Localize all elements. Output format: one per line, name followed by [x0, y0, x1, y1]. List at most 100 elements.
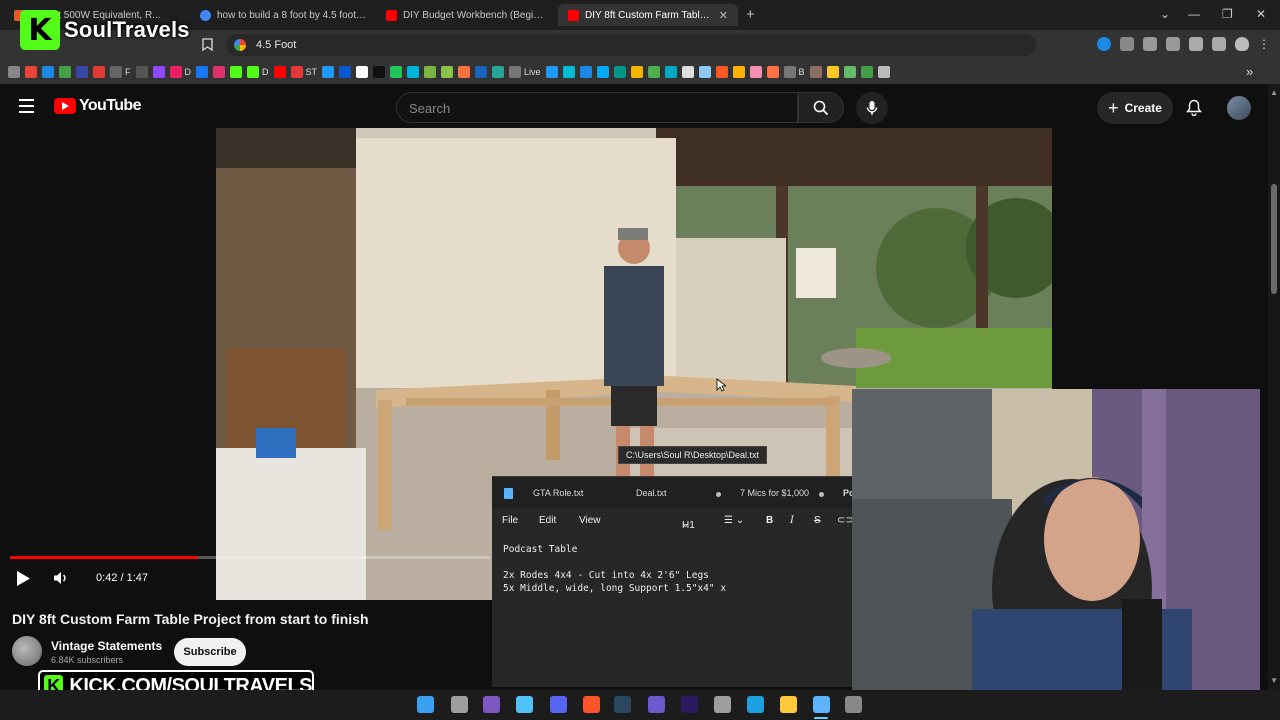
bookmark-item[interactable] [424, 66, 437, 78]
link-icon[interactable]: ⊂⊃ [837, 515, 852, 526]
edge-icon[interactable] [747, 696, 764, 713]
bookmark-item[interactable]: D [169, 66, 191, 78]
scroll-thumb[interactable] [1271, 184, 1277, 294]
shield-icon[interactable] [1235, 37, 1249, 51]
channel-name[interactable]: Vintage Statements [51, 639, 162, 653]
bookmark-item[interactable] [492, 66, 505, 78]
task-view-icon[interactable] [451, 696, 468, 713]
browser-tab-3[interactable]: DIY Budget Workbench (Beginner Bu... [376, 4, 556, 26]
bookmark-item[interactable] [596, 66, 609, 78]
notepad-icon[interactable] [813, 696, 830, 713]
bookmark-item[interactable] [93, 66, 105, 78]
bookmark-item[interactable] [441, 66, 454, 78]
bookmark-item[interactable] [42, 66, 54, 78]
notepad-tab-podcast[interactable]: Po [843, 488, 852, 498]
bookmark-item[interactable] [196, 66, 208, 78]
bookmark-item[interactable] [579, 66, 592, 78]
bookmark-item[interactable] [373, 66, 386, 78]
bookmark-item[interactable] [213, 66, 225, 78]
window-close-icon[interactable]: ✕ [1256, 7, 1266, 21]
snipping-tool-icon[interactable] [483, 696, 500, 713]
bookmark-item[interactable] [766, 66, 779, 78]
bookmark-item[interactable] [322, 66, 335, 78]
media-icon[interactable] [1166, 37, 1180, 51]
bookmark-item[interactable]: F [110, 66, 131, 78]
channel-avatar[interactable] [12, 636, 42, 666]
menu-icon[interactable] [19, 99, 34, 117]
bookmark-item[interactable] [664, 66, 677, 78]
extension-icon[interactable] [1097, 37, 1111, 51]
bookmark-item[interactable] [356, 66, 369, 78]
bookmark-star-icon[interactable] [202, 38, 213, 51]
brave-icon[interactable] [583, 696, 600, 713]
notepad-tab-deal[interactable]: Deal.txt [636, 488, 667, 498]
bookmark-item[interactable]: Live [509, 66, 541, 78]
strikethrough-icon[interactable]: S [814, 515, 821, 526]
bookmark-item[interactable] [826, 66, 839, 78]
bookmark-item[interactable] [25, 66, 37, 78]
browser-tab-2[interactable]: how to build a 8 foot by 4.5 foot tabl..… [190, 4, 376, 26]
bookmark-item[interactable] [562, 66, 575, 78]
bookmark-item[interactable] [475, 66, 488, 78]
notepad-document[interactable]: Podcast Table 2x Rodes 4x4 - Cut into 4x … [503, 543, 726, 595]
sidebar-icon[interactable] [1189, 37, 1203, 51]
music-icon[interactable] [1143, 37, 1157, 51]
bookmark-item[interactable] [749, 66, 762, 78]
bookmark-item[interactable] [76, 66, 88, 78]
minimize-icon[interactable]: — [1188, 7, 1200, 21]
bookmark-item[interactable] [458, 66, 471, 78]
list-icon[interactable]: ☰ ⌄ [724, 515, 744, 526]
play-icon[interactable] [16, 570, 31, 587]
tab-search-icon[interactable]: ⌄ [1160, 7, 1170, 21]
bookmark-item[interactable] [390, 66, 403, 78]
bookmark-item[interactable]: ST [290, 66, 317, 78]
profile-switch-icon[interactable] [1212, 37, 1226, 51]
steam-icon[interactable] [614, 696, 631, 713]
notepad-tab-mics[interactable]: 7 Mics for $1,000 [740, 488, 809, 498]
menu-edit[interactable]: Edit [539, 515, 556, 526]
close-tab-icon[interactable]: ✕ [719, 9, 728, 22]
new-tab-icon[interactable]: + [746, 6, 755, 23]
youtube-logo[interactable]: YouTube [54, 97, 141, 115]
bookmark-item[interactable] [230, 66, 242, 78]
overflow-icon[interactable] [845, 696, 862, 713]
bold-icon[interactable]: B [766, 515, 773, 526]
bookmark-item[interactable] [59, 66, 71, 78]
discord-icon[interactable] [550, 696, 567, 713]
bookmark-item[interactable] [647, 66, 660, 78]
search-input[interactable]: Search [396, 92, 798, 123]
bookmark-item[interactable] [407, 66, 420, 78]
notepad-tab-gta-role[interactable]: GTA Role.txt [533, 488, 583, 498]
bookmark-item[interactable] [135, 66, 148, 78]
bookmark-item[interactable] [613, 66, 626, 78]
puzzle-icon[interactable] [1120, 37, 1134, 51]
bookmark-item[interactable] [339, 66, 352, 78]
create-button[interactable]: + Create [1097, 92, 1173, 124]
bookmark-item[interactable] [860, 66, 873, 78]
more-bookmarks-icon[interactable]: » [1246, 64, 1253, 79]
bookmark-item[interactable] [152, 66, 165, 78]
scroll-down-icon[interactable]: ▼ [1270, 676, 1278, 685]
premiere-icon[interactable] [681, 696, 698, 713]
file-explorer-icon[interactable] [780, 696, 797, 713]
bookmark-item[interactable]: D [247, 66, 269, 78]
bookmark-item[interactable] [715, 66, 728, 78]
bookmark-item[interactable] [273, 66, 286, 78]
voice-search-button[interactable] [856, 92, 888, 124]
chrome-icon[interactable] [714, 696, 731, 713]
address-bar[interactable]: 4.5 Foot [226, 34, 1036, 56]
bookmark-item[interactable] [809, 66, 822, 78]
search-button[interactable] [798, 92, 844, 123]
menu-dots-icon[interactable]: ⋮ [1258, 37, 1272, 51]
bookmark-item[interactable] [681, 66, 694, 78]
bookmark-item[interactable]: B [783, 66, 805, 78]
bookmark-item[interactable] [630, 66, 643, 78]
page-scrollbar[interactable]: ▲ ▼ [1268, 84, 1280, 690]
restore-icon[interactable]: ❐ [1222, 7, 1233, 21]
audio-app-icon[interactable] [648, 696, 665, 713]
bookmark-item[interactable] [732, 66, 745, 78]
video-progress-bar[interactable] [10, 556, 490, 559]
photos-icon[interactable] [516, 696, 533, 713]
bookmark-item[interactable] [843, 66, 856, 78]
italic-icon[interactable]: I [790, 515, 794, 526]
